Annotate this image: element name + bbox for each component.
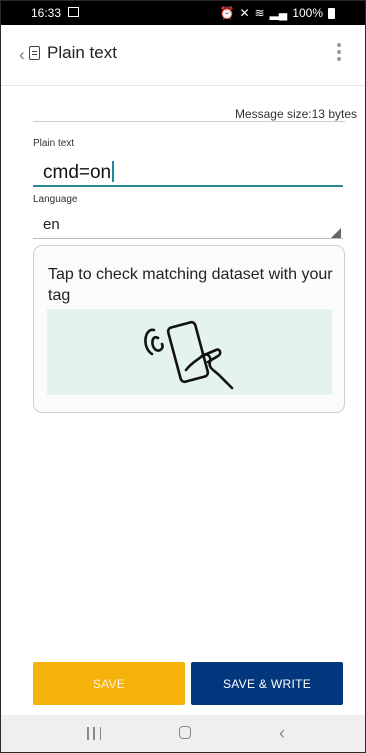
plain-text-input[interactable]: cmd=on <box>43 161 115 184</box>
check-dataset-card[interactable]: Tap to check matching dataset with your … <box>33 245 345 413</box>
plain-text-underline <box>33 185 343 187</box>
save-and-write-button[interactable]: SAVE & WRITE <box>191 662 343 705</box>
more-options-icon[interactable] <box>337 43 341 63</box>
phone-screen: 16:33 ⏰ ✕ ≋ ▂▄ 100% ‹ Plain text Message… <box>0 0 366 753</box>
tap-phone-icon <box>144 320 234 390</box>
message-size: Message size:13 bytes <box>234 107 357 121</box>
save-button[interactable]: SAVE <box>33 662 185 705</box>
card-text: Tap to check matching dataset with your … <box>48 266 333 304</box>
mute-icon: ✕ <box>239 6 250 20</box>
signal-icon: ▂▄ <box>269 6 288 20</box>
card-illustration <box>47 309 332 395</box>
page-title: Plain text <box>47 43 117 62</box>
home-icon[interactable] <box>179 726 191 739</box>
status-right: ⏰ ✕ ≋ ▂▄ 100% <box>219 6 335 20</box>
dropdown-arrow-icon[interactable] <box>331 228 341 238</box>
divider <box>33 121 345 122</box>
plain-text-label: Plain text <box>33 138 75 149</box>
battery-percent: 100% <box>292 6 323 20</box>
app-bar: ‹ Plain text <box>1 25 365 86</box>
language-select[interactable]: en <box>43 216 60 233</box>
gallery-notification-icon <box>68 7 79 17</box>
status-bar: 16:33 ⏰ ✕ ≋ ▂▄ 100% <box>1 1 365 25</box>
system-nav-bar: ‹ <box>1 715 365 752</box>
recents-icon[interactable] <box>87 727 101 740</box>
back-chevron-icon[interactable]: ‹ <box>19 45 25 65</box>
document-icon <box>29 46 40 60</box>
language-label: Language <box>33 194 78 205</box>
status-time: 16:33 <box>31 6 62 20</box>
text-cursor <box>112 161 115 182</box>
language-underline <box>33 238 343 239</box>
wifi-icon: ≋ <box>254 6 265 20</box>
nav-back-icon[interactable]: ‹ <box>279 723 285 744</box>
plain-text-value: cmd=on <box>43 162 112 183</box>
alarm-icon: ⏰ <box>219 6 235 20</box>
battery-icon <box>328 7 335 19</box>
